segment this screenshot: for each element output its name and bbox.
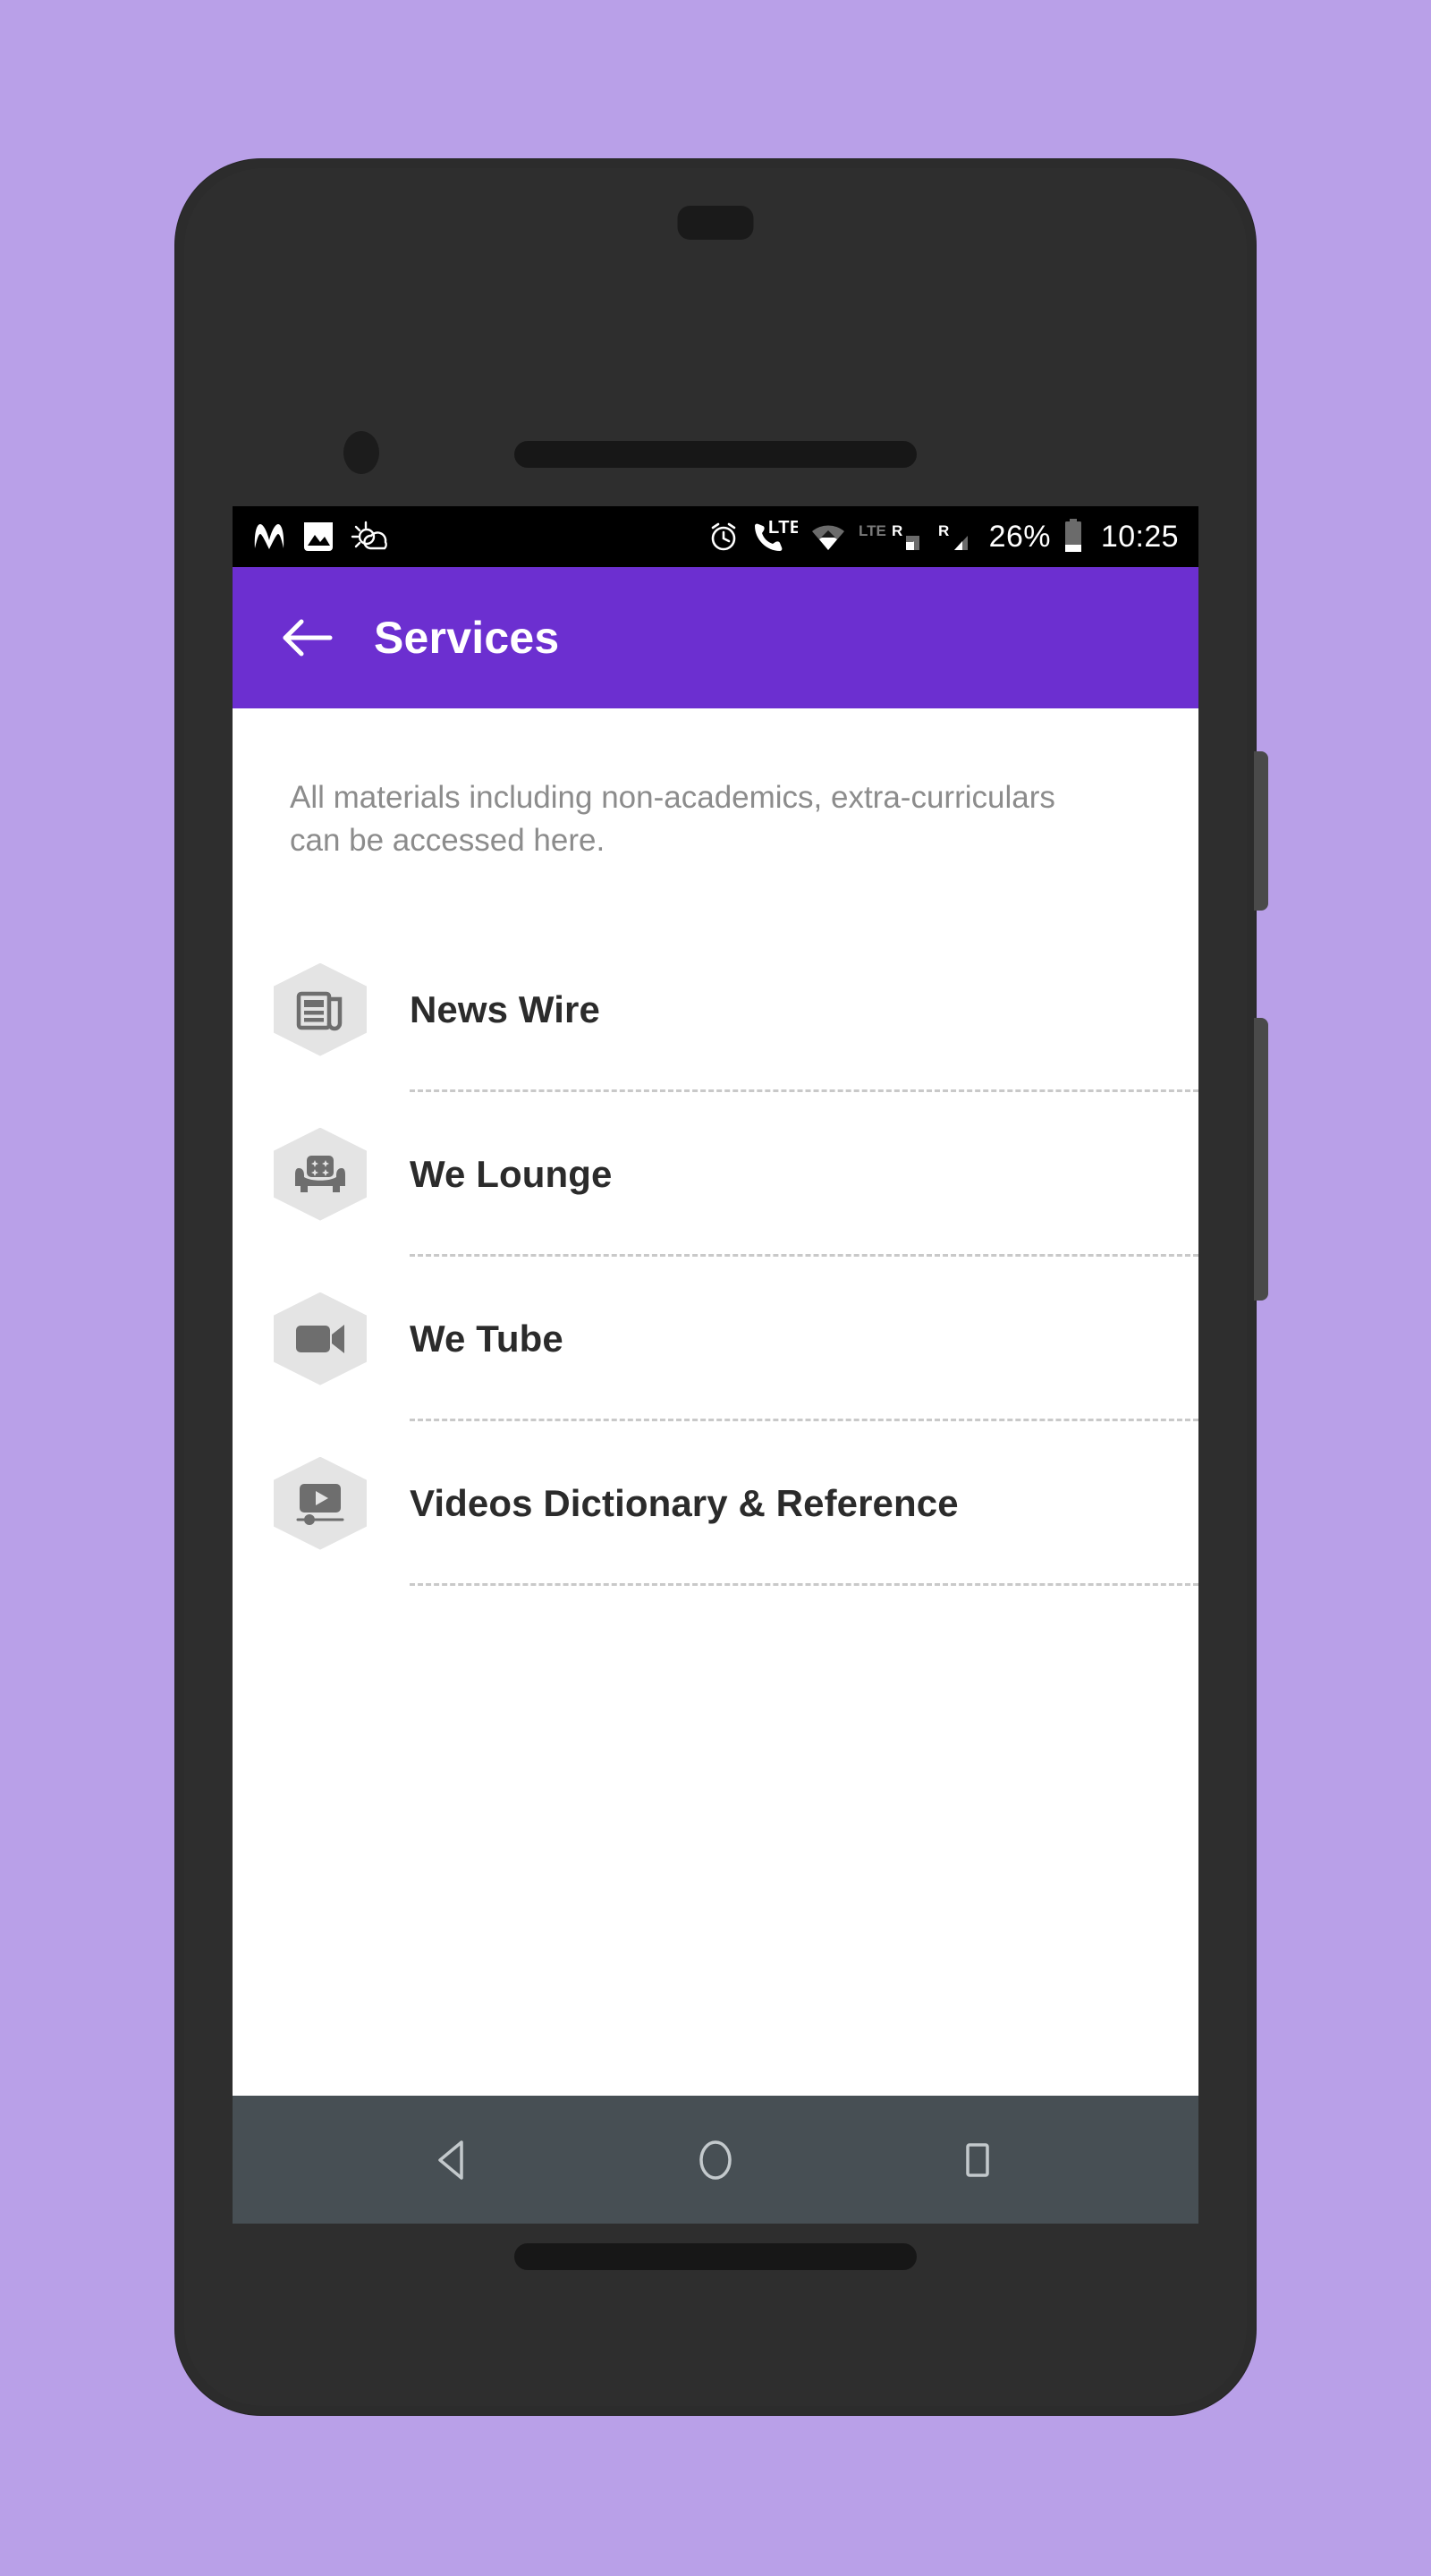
triangle-back-icon [437, 2140, 463, 2180]
weather-sun-cloud-icon [351, 521, 388, 553]
status-bar-left-icons [252, 521, 388, 553]
status-bar: LTE LTE R R 26% 10:25 [233, 506, 1198, 567]
nav-back-button[interactable] [391, 2096, 516, 2224]
back-arrow-button[interactable] [267, 597, 349, 679]
earpiece-notch [677, 206, 754, 240]
list-item-content: We Lounge [410, 1092, 1198, 1257]
video-player-icon [295, 1481, 345, 1526]
lte-roaming-signal-icon: LTE R [859, 521, 927, 553]
svg-text:LTE: LTE [768, 521, 798, 538]
square-recents-icon [966, 2142, 990, 2177]
status-clock: 10:25 [1100, 519, 1179, 554]
circle-home-icon [699, 2140, 732, 2180]
gallery-image-icon [302, 521, 334, 553]
list-item-label: We Lounge [410, 1152, 613, 1195]
power-button[interactable] [1254, 1018, 1268, 1301]
wifi-icon [809, 521, 847, 552]
list-item[interactable]: News Wire [274, 928, 1198, 1092]
list-item[interactable]: We Lounge [274, 1092, 1198, 1257]
list-item-label: We Tube [410, 1317, 563, 1360]
list-item-content: News Wire [410, 928, 1198, 1092]
video-camera-icon [294, 1322, 346, 1356]
service-icon [274, 962, 367, 1056]
list-item-content: Videos Dictionary & Reference [410, 1421, 1198, 1586]
svg-text:R: R [938, 522, 949, 539]
phone-device: LTE LTE R R 26% 10:25 Services All mater… [175, 159, 1268, 2415]
list-item[interactable]: We Tube [274, 1257, 1198, 1421]
status-bar-right-icons: LTE LTE R R 26% 10:25 [707, 519, 1179, 555]
nav-recents-button[interactable] [915, 2096, 1040, 2224]
content-area: All materials including non-academics, e… [233, 708, 1198, 2096]
list-item-label: Videos Dictionary & Reference [410, 1481, 959, 1524]
list-divider [410, 1582, 1198, 1586]
armchair-icon [295, 1152, 345, 1197]
svg-text:R: R [892, 522, 902, 539]
roaming-signal-icon: R [938, 521, 978, 553]
volte-call-icon: LTE [751, 521, 798, 553]
top-speaker-grille [514, 441, 917, 468]
arrow-left-icon [283, 619, 333, 657]
alarm-clock-icon [707, 521, 740, 553]
services-list: News Wire We Lounge We Tube Videos Dicti… [233, 928, 1198, 1586]
app-bar: Services [233, 567, 1198, 708]
battery-icon [1063, 519, 1084, 555]
phone-screen: LTE LTE R R 26% 10:25 Services All mater… [233, 506, 1198, 2224]
description-text: All materials including non-academics, e… [290, 780, 1055, 859]
service-icon [274, 1292, 367, 1385]
m-logo-icon [252, 522, 286, 551]
front-camera-icon [343, 431, 379, 474]
list-item-content: We Tube [410, 1257, 1198, 1421]
navigation-bar [233, 2096, 1198, 2224]
volume-button[interactable] [1254, 751, 1268, 911]
newspaper-icon [295, 987, 345, 1033]
service-icon [274, 1456, 367, 1550]
page-title: Services [374, 613, 560, 663]
battery-percent-label: 26% [988, 519, 1051, 554]
svg-text:LTE: LTE [859, 522, 886, 539]
service-icon [274, 1127, 367, 1221]
list-item-label: News Wire [410, 987, 600, 1030]
list-item[interactable]: Videos Dictionary & Reference [274, 1421, 1198, 1586]
nav-home-button[interactable] [653, 2096, 778, 2224]
bottom-speaker-grille [514, 2243, 917, 2270]
